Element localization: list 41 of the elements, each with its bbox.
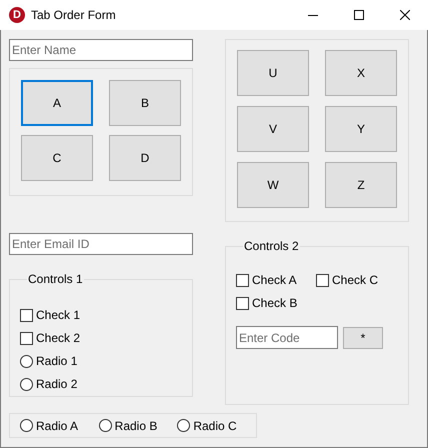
option-label: Radio C [193,418,237,434]
app-logo-icon: D [9,7,25,23]
option-label: Radio 1 [36,353,78,370]
email-field[interactable]: Enter Email ID [9,233,193,255]
option-label: Check C [332,272,378,289]
letter-button[interactable]: X [325,50,397,96]
letter-button[interactable]: W [237,162,309,208]
minimize-icon [308,14,318,16]
letter-button[interactable]: B [109,80,181,126]
radio-button[interactable] [20,378,33,390]
group-label: Controls 2 [243,238,300,255]
option-label: Check 2 [36,330,80,347]
name-field[interactable]: Enter Name [9,39,193,61]
option-label: Radio A [36,418,78,434]
option-label: Check 1 [36,307,80,324]
letter-button[interactable]: Y [325,106,397,152]
window-title: Tab Order Form [31,7,116,24]
close-icon [400,10,410,20]
checkbox[interactable] [20,332,33,344]
checkbox[interactable] [236,296,249,310]
maximize-icon [354,10,364,20]
checkbox[interactable] [316,274,329,286]
letter-button[interactable]: D [109,135,181,181]
letter-button[interactable]: U [237,50,309,96]
checkbox[interactable] [20,308,33,322]
option-label: Check A [252,272,297,289]
radio-button[interactable] [177,419,190,432]
radio-button[interactable] [20,354,33,368]
letter-button[interactable]: V [237,106,309,152]
radio-button[interactable] [98,419,112,432]
option-label: Radio B [114,418,158,434]
letter-button[interactable]: A [21,80,93,126]
code-field[interactable]: Enter Code [236,326,338,349]
radio-button[interactable] [20,419,33,432]
checkbox[interactable] [236,274,249,286]
group-label: Controls 1 [27,271,84,288]
letter-button[interactable]: Z [325,162,397,208]
option-label: Radio 2 [36,376,78,393]
option-label: Check B [252,295,298,312]
star-button[interactable]: * [343,326,383,348]
letter-button[interactable]: C [21,135,93,181]
